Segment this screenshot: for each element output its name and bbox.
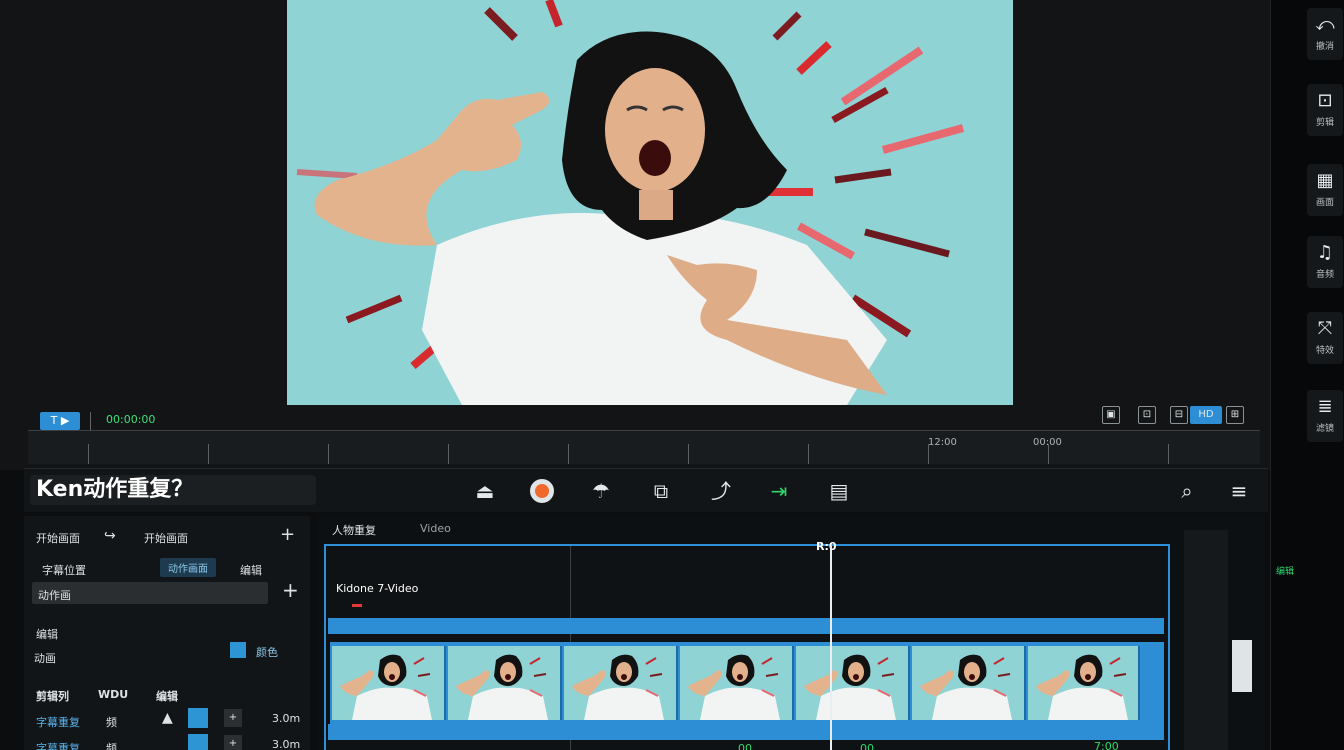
effects-tool[interactable]: ⤧ 特效: [1307, 312, 1343, 364]
timeline-track-area[interactable]: R:0 Kidone 7-Video: [324, 540, 1170, 750]
ruler-label: 12:00: [928, 437, 957, 448]
record-icon[interactable]: [530, 479, 554, 503]
audio-icon: ♫: [1316, 242, 1334, 263]
menu-icon[interactable]: ≡: [1226, 478, 1252, 504]
row-b: 3.0m: [272, 712, 301, 725]
undo-tool[interactable]: ⤺ 撤消: [1307, 8, 1343, 60]
section-label: 编辑: [36, 628, 58, 641]
ruler-label: 00:00: [1033, 437, 1062, 448]
clip-thumbnail: [448, 646, 562, 720]
video-preview-frame[interactable]: [287, 0, 1013, 405]
clip-thumbnail: [564, 646, 678, 720]
add-icon[interactable]: +: [280, 524, 295, 545]
timeline-label: 7:00: [1094, 740, 1119, 750]
add-track-icon[interactable]: +: [282, 578, 299, 602]
mode-toggle[interactable]: T ▶: [40, 412, 80, 430]
safe-area-button[interactable]: ▣: [1102, 406, 1120, 424]
playhead[interactable]: [830, 546, 832, 750]
clip-top-band[interactable]: [328, 618, 1164, 634]
row1-label: 字幕位置: [42, 564, 86, 577]
row-toggle[interactable]: [188, 708, 208, 728]
viewer-ruler[interactable]: 12:00 00:00: [28, 430, 1260, 464]
col-header-2: WDU: [98, 688, 129, 701]
col-header-1: 剪辑列: [36, 690, 69, 703]
row-label: 字幕重复: [36, 742, 80, 750]
filter-tool[interactable]: ≣ 滤镜: [1307, 390, 1343, 442]
canvas-tool[interactable]: ▦ 画面: [1307, 164, 1343, 216]
tab-video[interactable]: Video: [420, 522, 451, 535]
row-add[interactable]: +: [224, 709, 242, 727]
search-icon[interactable]: ⌕: [1174, 478, 1200, 504]
clip-tool[interactable]: ⊡ 剪辑: [1307, 84, 1343, 136]
redo-icon[interactable]: ↪: [104, 528, 116, 544]
freeze-icon[interactable]: ☂: [588, 478, 614, 504]
row1-pill[interactable]: 动作画面: [160, 558, 216, 577]
clip-icon: ⊡: [1317, 90, 1333, 111]
timeline-panel: 人物重复 Video R:0 Kidone 7-Video 00 00 7:00: [318, 516, 1266, 750]
timecode-display: 00:00:00: [106, 413, 156, 426]
clip-marker: [352, 604, 362, 607]
play-icon[interactable]: ▲: [162, 710, 173, 726]
timeline-label: 00: [738, 742, 752, 750]
right-tools-sidebar: ⤺ 撤消 ⊡ 剪辑 ▦ 画面 ♫ 音频 ⤧ 特效 ≣ 滤镜 编辑: [1270, 0, 1344, 750]
panel-header: 开始画面: [36, 532, 80, 545]
clip-thumbnail: [796, 646, 910, 720]
timeline-scrollbar[interactable]: [1184, 530, 1228, 750]
quality-button[interactable]: HD: [1190, 406, 1222, 424]
row-add[interactable]: +: [224, 735, 242, 750]
canvas-icon: ▦: [1316, 170, 1334, 191]
side-label: 编辑: [1275, 567, 1294, 577]
scroll-thumb[interactable]: [1232, 640, 1252, 692]
playhead-timecode: R:0: [816, 540, 837, 553]
col-header-3: 编辑: [156, 690, 178, 703]
row-label: 字幕重复: [36, 716, 80, 729]
row2-bar[interactable]: 动作画: [32, 582, 268, 604]
project-title[interactable]: Ken动作重复？: [30, 475, 316, 505]
crop-icon[interactable]: ⧉: [648, 478, 674, 504]
clip-thumbnail: [1028, 646, 1140, 720]
split-icon[interactable]: ⏏: [472, 478, 498, 504]
clip-thumbnail: [332, 646, 446, 720]
clip-thumbnail: [680, 646, 794, 720]
section-value: 动画: [34, 652, 56, 665]
filter-icon: ≣: [1317, 396, 1333, 417]
preview-image: [287, 0, 1013, 405]
clip-name: Kidone 7-Video: [336, 582, 419, 595]
row-toggle[interactable]: [188, 734, 208, 750]
color-swatch[interactable]: [230, 642, 246, 658]
tab-track[interactable]: 人物重复: [332, 522, 376, 538]
undo-icon: ⤺: [1315, 14, 1335, 35]
fullscreen-button[interactable]: ⊞: [1226, 406, 1244, 424]
audio-tool[interactable]: ♫ 音频: [1307, 236, 1343, 288]
trim-icon[interactable]: ⇥: [766, 478, 792, 504]
timeline-label: 00: [860, 742, 874, 750]
speed-icon[interactable]: ⤴: [708, 478, 734, 504]
clip-thumbnail: [912, 646, 1026, 720]
row-a: 频: [106, 716, 117, 729]
edit-toolbar: Ken动作重复？ ⏏ ☂ ⧉ ⤴ ⇥ ▤ ⌕ ≡: [24, 468, 1268, 512]
panel-header-alt: 开始画面: [144, 532, 188, 545]
effects-icon: ⤧: [1317, 318, 1333, 339]
split-view-button[interactable]: ⊟: [1170, 406, 1188, 424]
row1-right: 编辑: [240, 564, 262, 577]
swatch-label: 颜色: [256, 646, 278, 659]
preview-viewer: T ▶ 00:00:00 ▣ ⊡ ⊟ HD ⊞ 12:00 00:00: [0, 0, 1270, 470]
clip-bottom-band[interactable]: [328, 724, 1164, 740]
row2-label: 动作画: [38, 589, 71, 602]
video-clip[interactable]: [330, 642, 1164, 724]
row-b: 3.0m: [272, 738, 301, 750]
replace-icon[interactable]: ▤: [826, 478, 852, 504]
fit-button[interactable]: ⊡: [1138, 406, 1156, 424]
row-a: 频: [106, 742, 117, 750]
properties-panel: 开始画面 ↪ 开始画面 + 字幕位置 动作画面 编辑 动作画 + 编辑 动画 颜…: [24, 516, 310, 750]
mode-label: T: [50, 414, 58, 427]
